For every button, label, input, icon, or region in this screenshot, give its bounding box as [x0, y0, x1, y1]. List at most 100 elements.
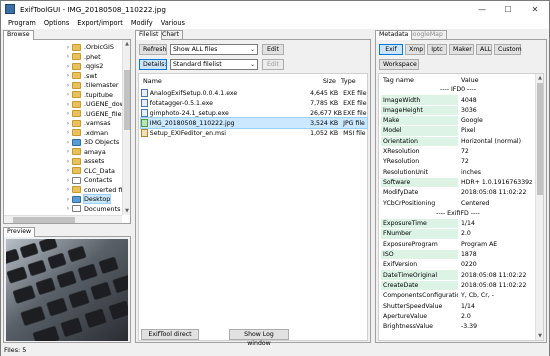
metadata-vertical-scrollbar[interactable]: ▲ ▼	[535, 74, 543, 340]
expand-arrow-icon[interactable]: ›	[64, 205, 72, 212]
menu-export-import[interactable]: Export/import	[73, 19, 127, 27]
file-row[interactable]: fotatagger-0.5.1.exe 7,785 KB EXE file	[141, 98, 367, 108]
scroll-thumb[interactable]	[124, 70, 130, 130]
expand-arrow-icon[interactable]: ›	[64, 177, 72, 184]
metadata-row[interactable]: ImageWidth 4048	[381, 95, 535, 105]
tree-item[interactable]: › Desktop	[64, 194, 112, 204]
column-size[interactable]: Size	[318, 77, 338, 85]
metadata-row[interactable]: Orientation Horizontal (normal)	[381, 136, 535, 147]
browse-vertical-scrollbar[interactable]: ▲ ▼	[122, 40, 130, 215]
metadata-row[interactable]: XResolution 72	[381, 147, 535, 157]
expand-arrow-icon[interactable]: ›	[64, 196, 72, 203]
expand-arrow-icon[interactable]: ›	[64, 63, 72, 70]
filter-edit-button[interactable]: Edit	[262, 44, 284, 55]
metadata-row[interactable]: ExposureTime 1/14	[381, 218, 535, 229]
metadata-row[interactable]: ImageHeight 3036	[381, 105, 535, 116]
tree-item[interactable]: › .tilemaster	[64, 80, 119, 90]
show-log-window-button[interactable]: Show Log window	[229, 329, 289, 347]
minimize-button[interactable]: —	[469, 1, 495, 17]
tree-item[interactable]: › .xdman	[64, 128, 108, 138]
tree-item[interactable]: › Contacts	[64, 175, 112, 185]
metadata-row[interactable]: ResolutionUnit inches	[381, 167, 535, 177]
menu-options[interactable]: Options	[40, 19, 73, 27]
tree-item[interactable]: › converted file	[64, 185, 128, 195]
tree-item[interactable]: › .qgis2	[64, 61, 104, 71]
expand-arrow-icon[interactable]: ›	[64, 82, 72, 89]
expand-arrow-icon[interactable]: ›	[64, 110, 72, 117]
xmp-button[interactable]: Xmp	[405, 44, 425, 55]
refresh-button[interactable]: Refresh	[139, 44, 167, 55]
view-edit-button[interactable]: Edit	[262, 59, 284, 70]
metadata-row[interactable]: DateTimeOriginal 2018:05:08 11:02:22	[381, 270, 535, 280]
scroll-thumb[interactable]	[537, 83, 543, 195]
expand-arrow-icon[interactable]: ›	[64, 148, 72, 155]
menu-various[interactable]: Various	[157, 19, 189, 27]
tree-item[interactable]: › .OrbicGIS	[64, 42, 114, 52]
metadata-row[interactable]: Software HDR+ 1.0.191676339z	[381, 177, 535, 188]
filelist-view-select[interactable]: Standard filelist ⌄	[170, 59, 258, 70]
scroll-down-icon[interactable]: ▼	[536, 332, 544, 340]
menu-modify[interactable]: Modify	[127, 19, 157, 27]
metadata-row[interactable]: ApertureValue 2.0	[381, 312, 535, 322]
tree-item[interactable]: › assets	[64, 156, 105, 166]
metadata-row[interactable]: YResolution 72	[381, 157, 535, 167]
browse-horizontal-scrollbar[interactable]	[4, 215, 122, 223]
tree-item[interactable]: › 3D Objects	[64, 137, 119, 147]
expand-arrow-icon[interactable]: ›	[64, 158, 72, 165]
expand-arrow-icon[interactable]: ›	[64, 44, 72, 51]
tree-item[interactable]: › .swt	[64, 71, 97, 81]
expand-arrow-icon[interactable]: ›	[64, 72, 72, 79]
tab-browse[interactable]: Browse	[3, 30, 34, 40]
metadata-row[interactable]: ISO 1878	[381, 249, 535, 260]
tab-filelist[interactable]: Filelist	[135, 30, 163, 40]
menu-program[interactable]: Program	[4, 19, 40, 27]
custom-button[interactable]: Custom	[494, 44, 522, 55]
tree-item[interactable]: › Documents	[64, 204, 121, 214]
metadata-row[interactable]: ComponentsConfiguration Y, Cb, Cr, -	[381, 291, 535, 301]
expand-arrow-icon[interactable]: ›	[64, 120, 72, 127]
metadata-row[interactable]: YCbCrPositioning Centered	[381, 198, 535, 208]
details-button[interactable]: Details:	[139, 59, 167, 70]
metadata-row[interactable]: ShutterSpeedValue 1/14	[381, 301, 535, 311]
expand-arrow-icon[interactable]: ›	[64, 167, 72, 174]
expand-arrow-icon[interactable]: ›	[64, 91, 72, 98]
metadata-row[interactable]: Make Google	[381, 115, 535, 126]
close-button[interactable]: ✕	[521, 1, 549, 17]
metadata-section-header[interactable]: ---- IFD0 ----	[381, 85, 535, 95]
tree-item[interactable]: › .UGENE_files	[64, 109, 125, 119]
exif-button[interactable]: Exif	[379, 44, 403, 55]
file-filter-select[interactable]: Show ALL files ⌄	[170, 44, 258, 55]
exiftool-direct-button[interactable]: ExifTool direct	[141, 329, 199, 340]
tree-item[interactable]: › .phet	[64, 52, 101, 62]
metadata-row[interactable]: Model Pixel	[381, 126, 535, 136]
column-tag-name[interactable]: Tag name	[381, 76, 458, 84]
tree-item[interactable]: › CLC_Data	[64, 166, 115, 176]
metadata-row[interactable]: CreateDate 2018:05:08 11:02:22	[381, 280, 535, 291]
column-name[interactable]: Name	[141, 77, 318, 85]
metadata-row[interactable]: ModifyDate 2018:05:08 11:02:22	[381, 188, 535, 198]
file-row[interactable]: Setup_EXIFeditor_en.msi 1,052 KB MSI file	[141, 128, 367, 138]
hscroll-thumb[interactable]	[13, 217, 75, 223]
file-row[interactable]: IMG_20180508_110222.jpg 3,524 KB JPG file	[140, 117, 368, 129]
iptc-button[interactable]: Iptc	[427, 44, 447, 55]
column-value[interactable]: Value	[458, 76, 535, 84]
column-type[interactable]: Type	[338, 77, 366, 85]
tree-item[interactable]: › .vamsas	[64, 118, 111, 128]
tree-item[interactable]: › .tupitube	[64, 90, 113, 100]
expand-arrow-icon[interactable]: ›	[64, 129, 72, 136]
expand-arrow-icon[interactable]: ›	[64, 53, 72, 60]
tree-item[interactable]: › amaya	[64, 147, 106, 157]
workspace-button[interactable]: Workspace	[379, 59, 419, 70]
scroll-up-icon[interactable]: ▲	[536, 74, 544, 82]
scroll-down-icon[interactable]: ▼	[123, 207, 131, 215]
file-row[interactable]: AnalogExifSetup.0.0.4.1.exe 4,645 KB EXE f…	[141, 88, 367, 98]
metadata-section-header[interactable]: ---- ExifIFD ----	[381, 209, 535, 219]
expand-arrow-icon[interactable]: ›	[64, 186, 72, 193]
metadata-row[interactable]: FNumber 2.0	[381, 229, 535, 239]
metadata-row[interactable]: ExposureProgram Program AE	[381, 240, 535, 250]
maker-button[interactable]: Maker	[449, 44, 474, 55]
expand-arrow-icon[interactable]: ›	[64, 101, 72, 108]
tree-item[interactable]: › .UGENE_down	[64, 99, 129, 109]
file-row[interactable]: gimphoto-24.1_setup.exe 26,677 KB EXE file	[141, 108, 367, 118]
metadata-row[interactable]: ExifVersion 0220	[381, 260, 535, 270]
